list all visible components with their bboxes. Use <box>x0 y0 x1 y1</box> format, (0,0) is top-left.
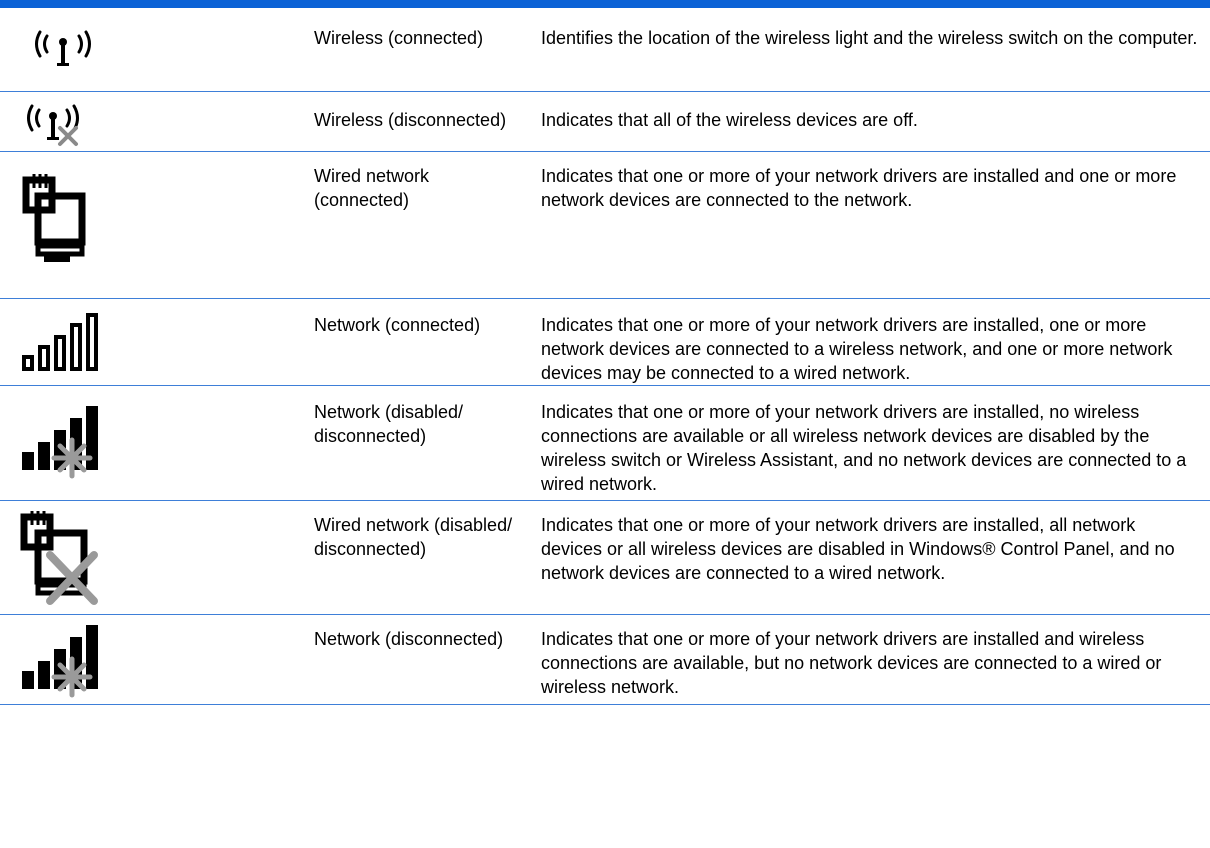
row-description: Indicates that one or more of your netwo… <box>541 315 1173 383</box>
row-description: Indicates that all of the wireless devic… <box>541 110 918 130</box>
network-disconnected-icon <box>0 615 160 705</box>
top-rule <box>0 0 1210 8</box>
table-row: Network (disconnected) Indicates that on… <box>0 615 1210 705</box>
row-description: Indicates that one or more of your netwo… <box>541 166 1177 210</box>
row-name: Wireless (connected) <box>314 28 484 48</box>
row-name: Network (disconnected) <box>314 629 504 649</box>
row-description: Indicates that one or more of your netwo… <box>541 629 1162 697</box>
table-row: Wireless (connected) Identifies the loca… <box>0 8 1210 92</box>
row-divider <box>0 704 1210 705</box>
table-row: Wired network (disabled/ disconnected) I… <box>0 501 1210 615</box>
row-description: Indicates that one or more of your netwo… <box>541 402 1187 494</box>
row-description: Identifies the location of the wireless … <box>541 28 1198 48</box>
table-row: Wireless (disconnected) Indicates that a… <box>0 92 1210 152</box>
row-name: Wired network (connected) <box>314 166 430 210</box>
network-disabled-disconnected-icon <box>0 386 160 501</box>
table-row: Wired network (connected) Indicates that… <box>0 152 1210 299</box>
table-row: Network (connected) Indicates that one o… <box>0 299 1210 386</box>
network-connected-icon <box>0 299 160 386</box>
row-name: Wired network (disabled/ disconnected) <box>314 515 513 559</box>
wireless-connected-icon <box>0 8 160 92</box>
wired-network-disabled-disconnected-icon <box>0 501 160 615</box>
row-name: Network (disabled/ disconnected) <box>314 402 464 446</box>
row-name: Network (connected) <box>314 315 481 335</box>
table-row: Network (disabled/ disconnected) Indicat… <box>0 386 1210 501</box>
wireless-disconnected-icon <box>0 92 160 152</box>
row-name: Wireless (disconnected) <box>314 110 507 130</box>
row-description: Indicates that one or more of your netwo… <box>541 515 1175 583</box>
wired-network-connected-icon <box>0 152 160 299</box>
